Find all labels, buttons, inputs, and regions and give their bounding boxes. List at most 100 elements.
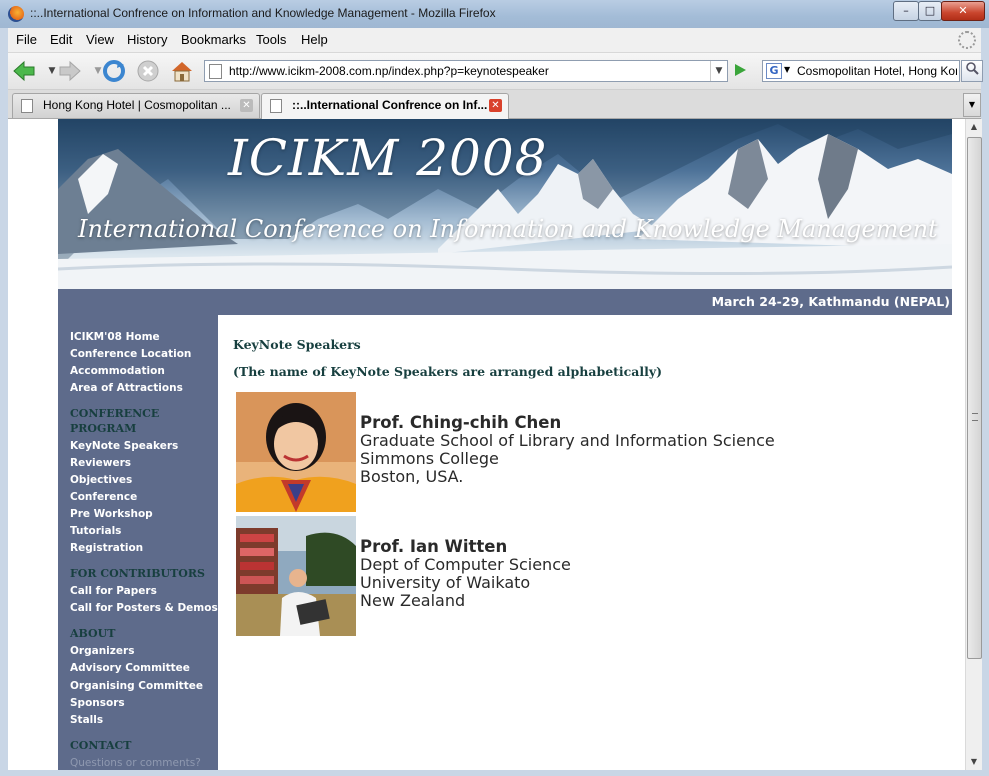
url-history-dropdown[interactable]: ▼	[710, 61, 727, 81]
arrow-right-icon	[59, 60, 81, 82]
sidebar-item-area-of-attractions[interactable]: Area of Attractions	[70, 382, 183, 394]
sidebar-item-home[interactable]: ICIKM'08 Home	[70, 331, 160, 343]
close-window-button[interactable]: ✕	[941, 1, 985, 21]
minimize-button[interactable]: –	[893, 1, 919, 21]
speaker-affiliation-line: Simmons College	[360, 449, 499, 468]
sidebar-heading-about: ABOUT	[70, 627, 116, 640]
url-bar[interactable]: http://www.icikm-2008.com.np/index.php?p…	[204, 60, 728, 82]
speaker-name: Prof. Ian Witten	[360, 537, 508, 556]
sidebar-item-call-for-posters[interactable]: Call for Posters & Demos	[70, 602, 218, 614]
search-engine-icon[interactable]: G	[766, 63, 782, 79]
title-bar: ::..International Confrence on Informati…	[0, 0, 989, 28]
sidebar-heading-program: PROGRAM	[70, 422, 137, 435]
menu-file[interactable]: File	[16, 32, 37, 47]
sidebar-item-organizers[interactable]: Organizers	[70, 645, 134, 657]
window-title: ::..International Confrence on Informati…	[30, 6, 496, 20]
sidebar-item-call-for-papers[interactable]: Call for Papers	[70, 585, 157, 597]
search-input[interactable]: Cosmopolitan Hotel, Hong Kong	[797, 64, 957, 78]
search-button[interactable]	[961, 60, 983, 82]
speaker-affiliation-line: Boston, USA.	[360, 467, 464, 486]
scroll-thumb[interactable]	[967, 137, 982, 659]
home-button[interactable]	[170, 59, 194, 83]
page-icon	[270, 99, 282, 113]
sidebar-item-pre-workshop[interactable]: Pre Workshop	[70, 508, 153, 520]
page-heading: KeyNote Speakers	[233, 337, 361, 352]
scroll-up-button[interactable]: ▲	[966, 119, 982, 135]
sidebar-heading-contact: CONTACT	[70, 739, 132, 752]
sidebar-item-tutorials[interactable]: Tutorials	[70, 525, 121, 537]
sidebar-heading-conference: CONFERENCE	[70, 407, 160, 420]
sidebar-item-advisory-committee[interactable]: Advisory Committee	[70, 662, 190, 674]
sidebar-item-conference[interactable]: Conference	[70, 491, 137, 503]
page-viewport: ICIKM 2008 International Conference on I…	[8, 119, 965, 770]
arrow-left-icon	[13, 60, 35, 82]
tab-label: ::..International Confrence on Inf...	[292, 98, 488, 112]
tab-hong-kong-hotel[interactable]: Hong Kong Hotel | Cosmopolitan ... ✕	[12, 93, 260, 118]
sidebar-item-stalls[interactable]: Stalls	[70, 714, 103, 726]
search-box[interactable]: G ▼ Cosmopolitan Hotel, Hong Kong	[762, 60, 960, 82]
speaker-name: Prof. Ching-chih Chen	[360, 413, 562, 432]
speaker-affiliation-line: Graduate School of Library and Informati…	[360, 431, 775, 450]
banner-title: ICIKM 2008	[228, 129, 548, 187]
alphabetical-note: (The name of KeyNote Speakers are arrang…	[233, 364, 663, 379]
close-tab-icon[interactable]: ✕	[240, 99, 253, 112]
sidebar-item-conference-location[interactable]: Conference Location	[70, 348, 191, 360]
vertical-scrollbar[interactable]: ▲ ▼	[965, 119, 982, 770]
menu-edit[interactable]: Edit	[50, 32, 72, 47]
maximize-button[interactable]: □	[918, 1, 942, 21]
reload-icon	[103, 60, 125, 82]
menu-view[interactable]: View	[86, 32, 114, 47]
tab-bar: Hong Kong Hotel | Cosmopolitan ... ✕ ::.…	[8, 90, 981, 119]
menu-bookmarks[interactable]: Bookmarks	[181, 32, 246, 47]
browser-window: ::..International Confrence on Informati…	[0, 0, 989, 776]
firefox-logo-icon	[8, 6, 24, 22]
sidebar-contact-text[interactable]: Questions or comments?	[70, 757, 201, 769]
sidebar-item-sponsors[interactable]: Sponsors	[70, 697, 125, 709]
speaker-affiliation-line: Dept of Computer Science	[360, 555, 571, 574]
sidebar-item-reviewers[interactable]: Reviewers	[70, 457, 131, 469]
forward-button[interactable]	[58, 59, 82, 83]
sidebar-item-registration[interactable]: Registration	[70, 542, 143, 554]
scroll-down-button[interactable]: ▼	[966, 754, 982, 770]
sidebar-nav: ICIKM'08 Home Conference Location Accomm…	[58, 315, 218, 770]
stop-icon	[137, 60, 159, 82]
back-button[interactable]	[12, 59, 36, 83]
magnifier-icon	[966, 62, 979, 75]
header-banner: ICIKM 2008 International Conference on I…	[58, 119, 952, 289]
speaker-portrait-image	[236, 392, 356, 512]
speaker-info: Prof. Ching-chih Chen Graduate School of…	[360, 414, 775, 486]
menu-tools[interactable]: Tools	[256, 32, 286, 47]
main-content: KeyNote Speakers (The name of KeyNote Sp…	[218, 315, 952, 770]
sidebar-item-accommodation[interactable]: Accommodation	[70, 365, 165, 377]
tab-icikm[interactable]: ::..International Confrence on Inf... ✕	[261, 93, 509, 119]
stop-button[interactable]	[136, 59, 160, 83]
speaker-info: Prof. Ian Witten Dept of Computer Scienc…	[360, 538, 571, 610]
speaker-photo	[236, 516, 356, 636]
sidebar-heading-contributors: FOR CONTRIBUTORS	[70, 567, 205, 580]
speaker-affiliation-line: New Zealand	[360, 591, 466, 610]
menu-history[interactable]: History	[127, 32, 167, 47]
speaker-photo	[236, 392, 356, 512]
event-date: March 24-29, Kathmandu (NEPAL)	[711, 294, 950, 309]
tab-label: Hong Kong Hotel | Cosmopolitan ...	[43, 98, 231, 112]
menu-help[interactable]: Help	[301, 32, 328, 47]
url-text[interactable]: http://www.icikm-2008.com.np/index.php?p…	[229, 64, 549, 78]
speaker-affiliation-line: University of Waikato	[360, 573, 531, 592]
go-arrow-icon	[735, 64, 746, 76]
page-icon	[209, 64, 222, 79]
go-button[interactable]	[732, 62, 748, 78]
sidebar-item-organising-committee[interactable]: Organising Committee	[70, 680, 203, 692]
grip-icon	[972, 413, 978, 421]
speaker-portrait-image	[236, 516, 356, 636]
reload-button[interactable]	[102, 59, 126, 83]
search-engine-dropdown[interactable]: ▼	[784, 65, 790, 74]
banner-subtitle: International Conference on Information …	[78, 215, 938, 243]
close-tab-icon[interactable]: ✕	[489, 99, 502, 112]
sidebar-item-keynote-speakers[interactable]: KeyNote Speakers	[70, 440, 178, 452]
activity-throbber-icon	[958, 31, 976, 49]
date-bar: March 24-29, Kathmandu (NEPAL)	[58, 289, 952, 315]
list-all-tabs-button[interactable]: ▼	[963, 93, 981, 117]
sidebar-item-objectives[interactable]: Objectives	[70, 474, 132, 486]
menu-bar: File Edit View History Bookmarks Tools H…	[8, 28, 981, 53]
home-icon	[172, 62, 192, 82]
